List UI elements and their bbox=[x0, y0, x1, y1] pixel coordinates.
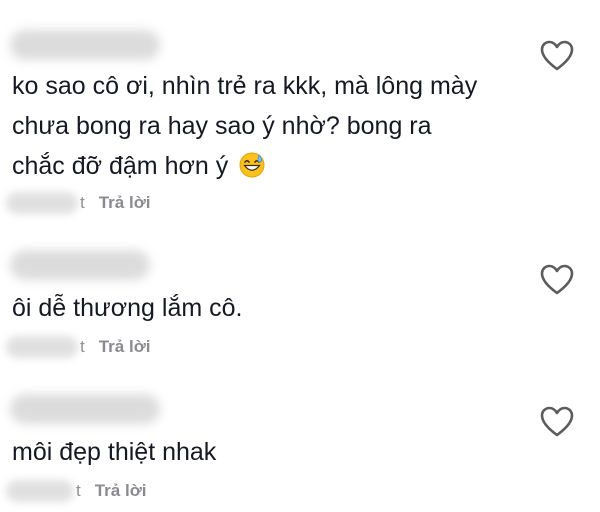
heart-outline-icon[interactable] bbox=[540, 406, 574, 438]
comment-text: môi đẹp thiệt nhak bbox=[12, 432, 532, 472]
comment-line: ôi dễ thương lắm cô. bbox=[12, 294, 243, 322]
comment-line: môi đẹp thiệt nhak bbox=[12, 438, 217, 466]
comment-meta: t Trả lời bbox=[0, 478, 147, 504]
username-redacted bbox=[10, 30, 160, 60]
username-redacted bbox=[10, 394, 160, 424]
timestamp-suffix: t bbox=[80, 193, 85, 212]
grinning-sweat-emoji-icon bbox=[239, 152, 265, 178]
reply-button[interactable]: Trả lời bbox=[99, 337, 151, 357]
comment-line: ko sao cô ơi, nhìn trẻ ra kkk, mà lông m… bbox=[12, 72, 478, 100]
comment-meta: t Trả lời bbox=[0, 334, 151, 360]
timestamp-redacted bbox=[6, 480, 74, 502]
reply-button[interactable]: Trả lời bbox=[95, 481, 147, 501]
username-redacted bbox=[10, 250, 150, 280]
timestamp-redacted bbox=[6, 192, 78, 214]
timestamp-suffix: t bbox=[80, 337, 85, 356]
comment-line: chưa bong ra hay sao ý nhờ? bong ra bbox=[12, 112, 432, 140]
comment-meta: t Trả lời bbox=[0, 190, 151, 216]
comment-text: ôi dễ thương lắm cô. bbox=[12, 288, 532, 328]
heart-outline-icon[interactable] bbox=[540, 264, 574, 296]
comment-text: ko sao cô ơi, nhìn trẻ ra kkk, mà lông m… bbox=[12, 66, 532, 186]
timestamp-redacted bbox=[6, 336, 78, 358]
comment-line: chắc đỡ đậm hơn ý bbox=[12, 152, 229, 180]
timestamp-suffix: t bbox=[76, 481, 81, 500]
heart-outline-icon[interactable] bbox=[540, 40, 574, 72]
reply-button[interactable]: Trả lời bbox=[99, 193, 151, 213]
